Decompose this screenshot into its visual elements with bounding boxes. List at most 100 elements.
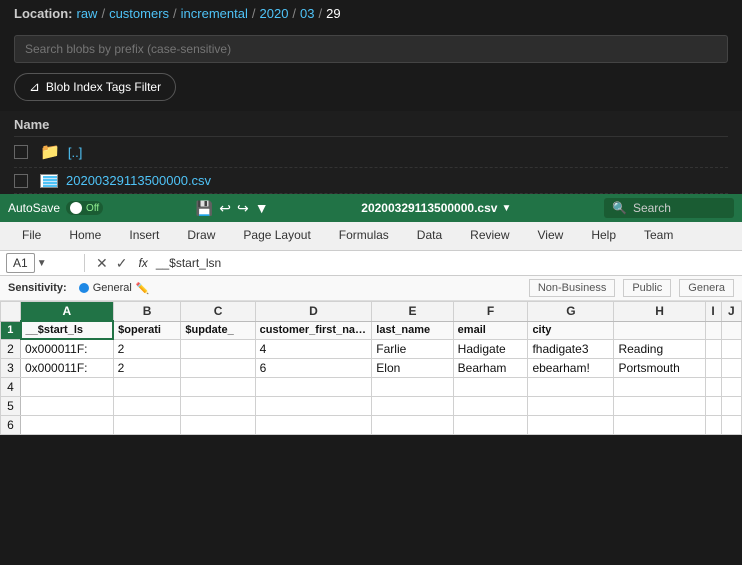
- tab-review[interactable]: Review: [456, 222, 523, 250]
- col-header-F[interactable]: F: [453, 302, 528, 322]
- row-header-3[interactable]: 3: [1, 359, 21, 378]
- cell-J6[interactable]: [721, 416, 741, 435]
- nav-link-2020[interactable]: 2020: [260, 6, 289, 21]
- cell-F3[interactable]: Bearham: [453, 359, 528, 378]
- row-header-6[interactable]: 6: [1, 416, 21, 435]
- sensitivity-section-general[interactable]: Genera: [679, 279, 734, 297]
- col-header-I[interactable]: I: [705, 302, 721, 322]
- cell-G6[interactable]: [528, 416, 614, 435]
- col-header-B[interactable]: B: [113, 302, 181, 322]
- col-header-E[interactable]: E: [372, 302, 453, 322]
- cell-H4[interactable]: [614, 378, 705, 397]
- blob-index-filter-button[interactable]: ⊿ Blob Index Tags Filter: [14, 73, 176, 101]
- cell-F1[interactable]: email: [453, 321, 528, 339]
- cell-F2[interactable]: Hadigate: [453, 339, 528, 359]
- tab-draw[interactable]: Draw: [173, 222, 229, 250]
- excel-search-box[interactable]: 🔍 Search: [604, 198, 734, 218]
- col-header-J[interactable]: J: [721, 302, 741, 322]
- tab-view[interactable]: View: [524, 222, 578, 250]
- cell-D5[interactable]: [255, 397, 372, 416]
- nav-link-customers[interactable]: customers: [109, 6, 169, 21]
- cancel-formula-icon[interactable]: ✕: [93, 255, 111, 272]
- cell-G5[interactable]: [528, 397, 614, 416]
- row-header-5[interactable]: 5: [1, 397, 21, 416]
- sensitivity-section-non-business[interactable]: Non-Business: [529, 279, 615, 297]
- file-dropdown-icon[interactable]: ▼: [501, 203, 511, 214]
- cell-J2[interactable]: [721, 339, 741, 359]
- cell-D3[interactable]: 6: [255, 359, 372, 378]
- cell-H6[interactable]: [614, 416, 705, 435]
- cell-I5[interactable]: [705, 397, 721, 416]
- col-header-D[interactable]: D: [255, 302, 372, 322]
- tab-formulas[interactable]: Formulas: [325, 222, 403, 250]
- row-header-4[interactable]: 4: [1, 378, 21, 397]
- redo-icon[interactable]: ↪: [237, 200, 249, 217]
- cell-E1[interactable]: last_name: [372, 321, 453, 339]
- cell-A4[interactable]: [21, 378, 114, 397]
- csv-file-name[interactable]: 20200329113500000.csv: [66, 173, 211, 188]
- cell-C3[interactable]: [181, 359, 255, 378]
- more-options-icon[interactable]: ▼: [255, 200, 269, 216]
- cell-J3[interactable]: [721, 359, 741, 378]
- cell-H3[interactable]: Portsmouth: [614, 359, 705, 378]
- tab-team[interactable]: Team: [630, 222, 687, 250]
- cell-E4[interactable]: [372, 378, 453, 397]
- cell-C5[interactable]: [181, 397, 255, 416]
- cell-D1[interactable]: customer_first_name: [255, 321, 372, 339]
- cell-ref-box[interactable]: A1: [6, 253, 35, 273]
- folder-checkbox[interactable]: [14, 145, 28, 159]
- cell-G1[interactable]: city: [528, 321, 614, 339]
- cell-I1[interactable]: [705, 321, 721, 339]
- cell-J1[interactable]: [721, 321, 741, 339]
- cell-I6[interactable]: [705, 416, 721, 435]
- cell-A1[interactable]: __$start_ls: [21, 321, 114, 339]
- nav-link-raw[interactable]: raw: [77, 6, 98, 21]
- row-header-2[interactable]: 2: [1, 339, 21, 359]
- cell-J5[interactable]: [721, 397, 741, 416]
- cell-F4[interactable]: [453, 378, 528, 397]
- autosave-toggle[interactable]: Off: [66, 201, 103, 215]
- cell-B2[interactable]: 2: [113, 339, 181, 359]
- cell-F6[interactable]: [453, 416, 528, 435]
- search-input[interactable]: [14, 35, 728, 63]
- cell-ref-dropdown-icon[interactable]: ▼: [37, 258, 47, 269]
- cell-E6[interactable]: [372, 416, 453, 435]
- cell-A6[interactable]: [21, 416, 114, 435]
- cell-C1[interactable]: $update_: [181, 321, 255, 339]
- cell-G4[interactable]: [528, 378, 614, 397]
- tab-help[interactable]: Help: [577, 222, 630, 250]
- cell-I2[interactable]: [705, 339, 721, 359]
- sensitivity-section-public[interactable]: Public: [623, 279, 671, 297]
- cell-A5[interactable]: [21, 397, 114, 416]
- cell-H5[interactable]: [614, 397, 705, 416]
- cell-I3[interactable]: [705, 359, 721, 378]
- cell-B4[interactable]: [113, 378, 181, 397]
- save-icon[interactable]: 💾: [196, 200, 213, 217]
- cell-G3[interactable]: ebearham!: [528, 359, 614, 378]
- cell-E3[interactable]: Elon: [372, 359, 453, 378]
- confirm-formula-icon[interactable]: ✓: [113, 255, 131, 272]
- cell-J4[interactable]: [721, 378, 741, 397]
- row-header-1[interactable]: 1: [1, 321, 21, 339]
- cell-C2[interactable]: [181, 339, 255, 359]
- cell-H2[interactable]: Reading: [614, 339, 705, 359]
- cell-C4[interactable]: [181, 378, 255, 397]
- cell-G2[interactable]: fhadigate3: [528, 339, 614, 359]
- cell-D4[interactable]: [255, 378, 372, 397]
- sensitivity-edit-icon[interactable]: ✏️: [136, 282, 150, 295]
- cell-C6[interactable]: [181, 416, 255, 435]
- cell-A3[interactable]: 0x000011F:: [21, 359, 114, 378]
- formula-content[interactable]: __$start_lsn: [156, 256, 736, 270]
- cell-I4[interactable]: [705, 378, 721, 397]
- cell-A2[interactable]: 0x000011F:: [21, 339, 114, 359]
- col-header-G[interactable]: G: [528, 302, 614, 322]
- tab-insert[interactable]: Insert: [115, 222, 173, 250]
- tab-page-layout[interactable]: Page Layout: [229, 222, 324, 250]
- cell-H1[interactable]: [614, 321, 705, 339]
- cell-B6[interactable]: [113, 416, 181, 435]
- cell-D6[interactable]: [255, 416, 372, 435]
- col-header-H[interactable]: H: [614, 302, 705, 322]
- col-header-C[interactable]: C: [181, 302, 255, 322]
- tab-data[interactable]: Data: [403, 222, 456, 250]
- tab-home[interactable]: Home: [55, 222, 115, 250]
